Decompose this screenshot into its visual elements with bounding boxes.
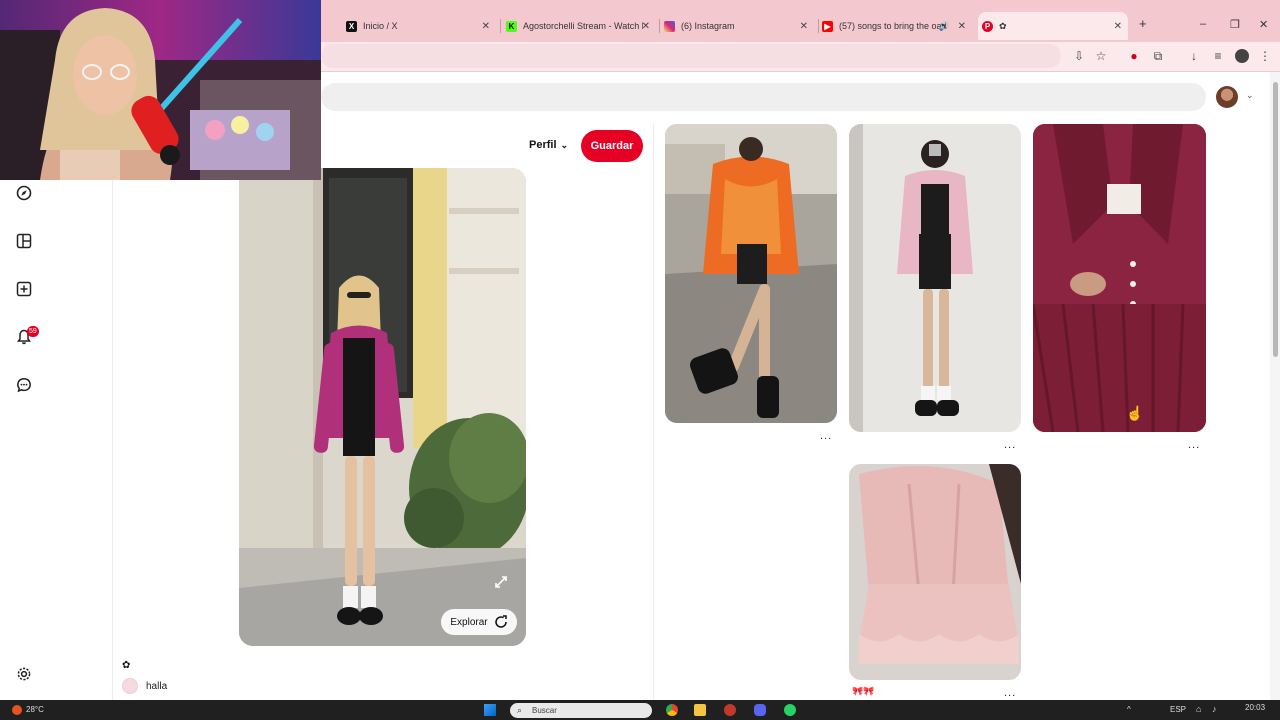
opera-extension-icon[interactable]: ● (1127, 49, 1141, 63)
clock[interactable]: 20:03 (1245, 703, 1265, 712)
file-explorer-icon[interactable] (694, 704, 706, 716)
more-options-button[interactable]: ... (1004, 439, 1016, 451)
save-button[interactable]: Guardar (581, 130, 643, 162)
tab-title: Inicio / X (363, 21, 398, 31)
tab-pinterest[interactable]: P ✿ ✕ (978, 12, 1128, 40)
tab-x[interactable]: X Inicio / X ✕ (346, 12, 496, 40)
media-controls-icon[interactable]: ≡ (1211, 49, 1225, 63)
search-icon: ⌕ (517, 705, 523, 715)
page-scrollbar[interactable] (1270, 72, 1280, 700)
opera-app-icon[interactable] (724, 704, 736, 716)
more-options-button[interactable]: ... (1004, 687, 1016, 699)
explore-visual-search-button[interactable]: Explorar (441, 609, 517, 635)
close-tab-icon[interactable]: ✕ (958, 21, 966, 32)
left-nav-rail (0, 180, 48, 700)
messages-icon[interactable] (14, 375, 34, 395)
youtube-logo-icon: ▶ (822, 20, 833, 32)
boards-icon[interactable] (14, 231, 34, 251)
board-flower-icon: ✿ (122, 660, 131, 671)
expand-icon[interactable] (489, 570, 513, 594)
x-logo-icon: X (346, 20, 357, 32)
instagram-logo-icon (664, 20, 675, 32)
kick-logo-icon: K (506, 20, 517, 32)
more-options-button[interactable]: ... (1188, 439, 1200, 451)
address-bar[interactable] (321, 44, 1061, 68)
related-pin[interactable] (1033, 124, 1206, 432)
tab-youtube[interactable]: ▶ (57) songs to bring the oad 🔊 ✕ (822, 12, 972, 40)
tab-kick[interactable]: K Agostorchelli Stream - Watch l ✕ (506, 12, 656, 40)
network-icon[interactable]: ⌂ (1196, 704, 1201, 714)
browser-menu-icon[interactable]: ⋮ (1258, 49, 1272, 63)
taskbar-search-input[interactable]: ⌕ Buscar (510, 703, 652, 718)
downloads-icon[interactable]: ↓ (1187, 49, 1201, 63)
tab-title: ✿ (999, 20, 1007, 31)
scrollbar-thumb[interactable] (1273, 82, 1278, 357)
profile-dropdown[interactable]: Perfil ⌄ (529, 139, 568, 151)
tab-title: (6) Instagram (681, 21, 735, 31)
create-icon[interactable] (14, 279, 34, 299)
windows-taskbar: 28°C ⌕ Buscar ^ ESP ⌂ ♪ 20:03 (0, 700, 1280, 720)
install-app-icon[interactable]: ⇩ (1072, 49, 1086, 63)
webcam-overlay (0, 0, 321, 180)
pin-caption: 🎀🎀 (852, 686, 875, 696)
pin-image[interactable] (239, 168, 526, 646)
chevron-up-icon[interactable]: ^ (1127, 705, 1131, 714)
visual-search-icon (494, 615, 507, 628)
commenter-avatar[interactable] (122, 678, 138, 694)
audio-playing-icon[interactable]: 🔊 (939, 21, 950, 32)
notification-count-badge: 59 (27, 326, 39, 337)
tab-instagram[interactable]: (6) Instagram ✕ (664, 12, 814, 40)
chrome-app-icon[interactable] (666, 704, 678, 716)
windows-start-icon[interactable] (484, 704, 496, 716)
related-pin[interactable] (665, 124, 837, 423)
profile-label: Perfil (529, 139, 557, 151)
pinterest-logo-icon: P (982, 20, 993, 32)
explore-icon[interactable] (14, 183, 34, 203)
weather-icon[interactable] (12, 705, 22, 715)
close-tab-icon[interactable]: ✕ (642, 21, 650, 32)
close-tab-icon[interactable]: ✕ (482, 21, 490, 32)
volume-icon[interactable]: ♪ (1212, 704, 1217, 714)
extensions-icon[interactable]: ⧉ (1151, 49, 1165, 63)
related-pin[interactable] (849, 124, 1021, 432)
tab-title: (57) songs to bring the oad (839, 21, 947, 31)
tab-title: Agostorchelli Stream - Watch l (523, 21, 643, 31)
more-options-button[interactable]: ... (820, 430, 832, 442)
pin-photo (665, 124, 837, 423)
new-tab-button[interactable]: + (1139, 16, 1147, 31)
chevron-down-icon: ⌄ (560, 139, 569, 150)
pin-photo (239, 168, 526, 646)
close-tab-icon[interactable]: ✕ (1114, 21, 1122, 32)
explore-label: Explorar (450, 616, 488, 628)
comment-text: halla (146, 680, 168, 692)
whatsapp-app-icon[interactable] (784, 704, 796, 716)
comment-row: halla (122, 678, 167, 694)
bookmark-star-icon[interactable]: ☆ (1094, 49, 1108, 63)
discord-app-icon[interactable] (754, 704, 766, 716)
hand-cursor-icon: ☝ (1126, 405, 1144, 421)
language-indicator[interactable]: ESP (1170, 705, 1186, 714)
restore-button[interactable]: ❐ (1230, 18, 1240, 31)
profile-avatar-icon[interactable] (1235, 49, 1249, 63)
close-window-button[interactable]: ✕ (1259, 18, 1268, 31)
settings-icon[interactable] (14, 664, 34, 684)
pin-photo (849, 124, 1021, 432)
pin-photo (849, 464, 1021, 680)
search-placeholder: Buscar (532, 706, 557, 715)
related-pin[interactable] (849, 464, 1021, 680)
chevron-down-icon[interactable]: ⌄ (1246, 90, 1254, 101)
close-tab-icon[interactable]: ✕ (800, 21, 808, 32)
search-input[interactable] (321, 83, 1206, 111)
minimize-button[interactable]: – (1200, 18, 1206, 30)
pin-photo (1033, 124, 1206, 432)
weather-temperature: 28°C (26, 705, 44, 714)
user-avatar[interactable] (1216, 86, 1238, 108)
webcam-photo (0, 0, 321, 180)
